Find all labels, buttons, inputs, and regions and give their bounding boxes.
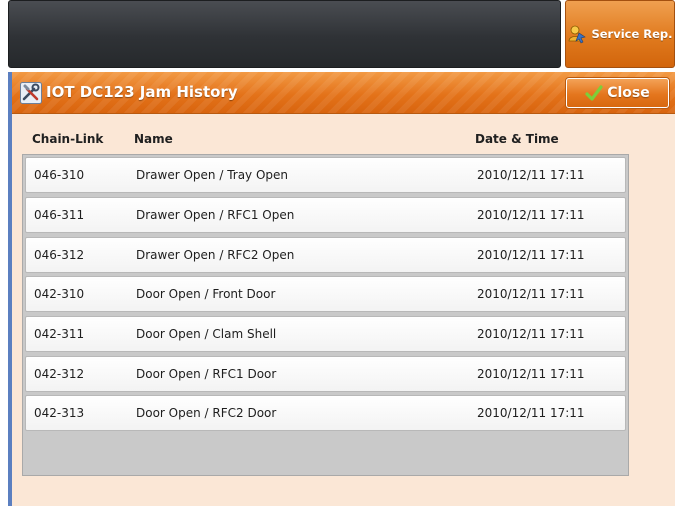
- jam-history-dialog: IOT DC123 Jam History Close Chain-Link N…: [8, 72, 675, 506]
- date-time-cell: 2010/12/11 17:11: [477, 367, 585, 381]
- name-cell: Door Open / RFC1 Door: [136, 367, 277, 381]
- chain-link-cell: 042-310: [34, 287, 85, 301]
- chain-link-cell: 046-312: [34, 248, 85, 262]
- name-cell: Drawer Open / RFC2 Open: [136, 248, 295, 262]
- close-label: Close: [607, 85, 650, 101]
- date-time-cell: 2010/12/11 17:11: [477, 287, 585, 301]
- name-cell: Drawer Open / Tray Open: [136, 168, 289, 182]
- chain-link-cell: 042-311: [34, 327, 85, 341]
- date-time-cell: 2010/12/11 17:11: [477, 168, 585, 182]
- list-item[interactable]: 042-313 Door Open / RFC2 Door 2010/12/11…: [25, 395, 626, 431]
- date-time-cell: 2010/12/11 17:11: [477, 406, 585, 420]
- top-status-bar: Service Rep.: [8, 0, 675, 72]
- checkmark-icon: [585, 85, 603, 101]
- name-cell: Door Open / Clam Shell: [136, 327, 277, 341]
- date-time-cell: 2010/12/11 17:11: [477, 208, 585, 222]
- service-rep-icon: [567, 24, 587, 44]
- list-item[interactable]: 042-310 Door Open / Front Door 2010/12/1…: [25, 276, 626, 312]
- list-item[interactable]: 042-312 Door Open / RFC1 Door 2010/12/11…: [25, 356, 626, 392]
- chain-link-cell: 042-312: [34, 367, 85, 381]
- name-cell: Drawer Open / RFC1 Open: [136, 208, 295, 222]
- close-button[interactable]: Close: [566, 78, 669, 108]
- column-header-chain-link: Chain-Link: [32, 132, 104, 146]
- dialog-title-bar: IOT DC123 Jam History Close: [12, 72, 675, 114]
- column-header-date-time: Date & Time: [475, 132, 559, 146]
- jam-history-list[interactable]: 046-310 Drawer Open / Tray Open 2010/12/…: [22, 154, 629, 476]
- chain-link-cell: 046-310: [34, 168, 85, 182]
- name-cell: Door Open / Front Door: [136, 287, 276, 301]
- service-rep-label: Service Rep.: [591, 27, 673, 41]
- date-time-cell: 2010/12/11 17:11: [477, 248, 585, 262]
- chain-link-cell: 042-313: [34, 406, 85, 420]
- list-item[interactable]: 046-312 Drawer Open / RFC2 Open 2010/12/…: [25, 237, 626, 273]
- list-item[interactable]: 046-310 Drawer Open / Tray Open 2010/12/…: [25, 157, 626, 193]
- list-item[interactable]: 046-311 Drawer Open / RFC1 Open 2010/12/…: [25, 197, 626, 233]
- dialog-title: IOT DC123 Jam History: [46, 83, 238, 101]
- service-rep-button[interactable]: Service Rep.: [565, 0, 675, 68]
- list-item[interactable]: 042-311 Door Open / Clam Shell 2010/12/1…: [25, 316, 626, 352]
- date-time-cell: 2010/12/11 17:11: [477, 327, 585, 341]
- column-header-name: Name: [134, 132, 173, 146]
- name-cell: Door Open / RFC2 Door: [136, 406, 277, 420]
- tools-icon: [20, 82, 42, 104]
- message-area: [8, 0, 561, 68]
- chain-link-cell: 046-311: [34, 208, 85, 222]
